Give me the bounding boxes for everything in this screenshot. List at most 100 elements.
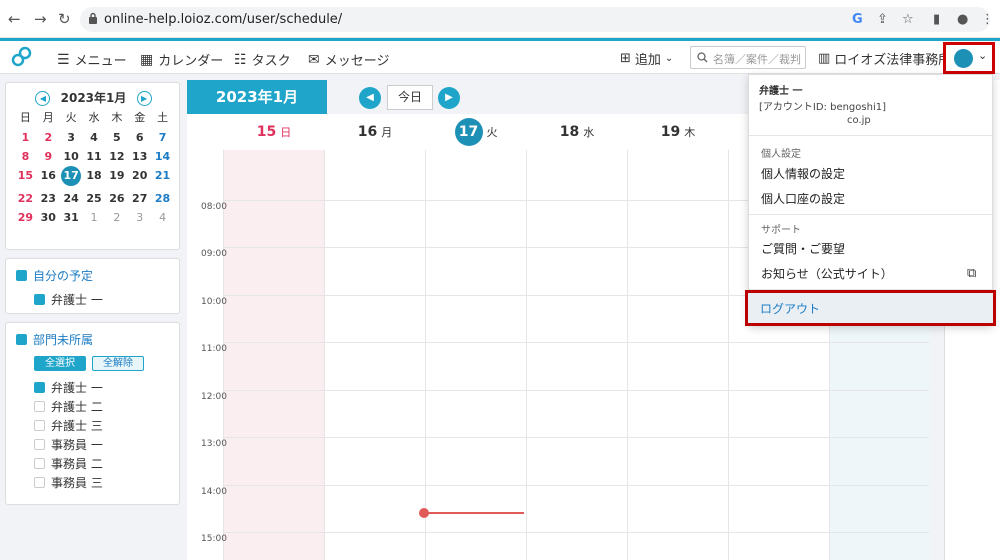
day-cell-today[interactable]: 17	[61, 166, 82, 186]
weekday-label: 火	[65, 111, 77, 124]
day-cell[interactable]: 9	[37, 150, 60, 163]
weekday-label: 日	[19, 111, 31, 124]
day-cell[interactable]: 16	[37, 169, 60, 186]
day-column[interactable]	[324, 150, 425, 560]
day-cell[interactable]: 11	[83, 150, 106, 163]
share-icon[interactable]: ⇪	[877, 12, 888, 27]
divider	[749, 214, 994, 215]
day-header[interactable]: 16 月	[325, 124, 425, 140]
day-cell[interactable]: 5	[105, 131, 128, 144]
day-column[interactable]	[526, 150, 627, 560]
day-cell[interactable]: 1	[83, 211, 106, 224]
day-cell[interactable]: 30	[37, 211, 60, 224]
day-cell[interactable]: 21	[151, 169, 174, 186]
day-header[interactable]: 19 木	[628, 124, 728, 140]
day-cell[interactable]: 25	[83, 192, 106, 205]
member-item[interactable]: 事務員 三	[34, 474, 103, 491]
day-header[interactable]: 15 日	[224, 124, 324, 140]
select-all-button[interactable]: 全選択	[34, 356, 86, 371]
day-cell[interactable]: 6	[128, 131, 151, 144]
hour-line	[223, 437, 929, 438]
member-item[interactable]: 事務員 一	[34, 436, 103, 453]
day-cell[interactable]: 1	[14, 131, 37, 144]
clear-all-button[interactable]: 全解除	[92, 356, 144, 371]
day-cell[interactable]: 12	[105, 150, 128, 163]
day-cell[interactable]: 8	[14, 150, 37, 163]
next-week-button[interactable]: ▶	[438, 87, 460, 109]
member-item[interactable]: 弁護士 三	[34, 417, 103, 434]
day-header-today[interactable]: 17 火	[426, 118, 526, 146]
day-column[interactable]	[627, 150, 728, 560]
checkbox-unchecked[interactable]	[34, 477, 45, 488]
today-button[interactable]: 今日	[387, 85, 433, 110]
day-cell[interactable]: 7	[151, 131, 174, 144]
prev-month-icon[interactable]: ◀	[35, 91, 51, 106]
day-cell[interactable]: 18	[83, 169, 106, 186]
prev-week-button[interactable]: ◀	[359, 87, 381, 109]
menu-button[interactable]: ☰ メニュー	[57, 50, 127, 70]
add-button[interactable]: ⊞ 追加 ⌄	[620, 49, 673, 68]
day-cell[interactable]: 14	[151, 150, 174, 163]
personal-info-link[interactable]: 個人情報の設定	[761, 165, 845, 182]
logout-button[interactable]: ログアウト	[745, 290, 996, 326]
member-item[interactable]: 弁護士 一	[34, 379, 103, 396]
next-month-icon[interactable]: ▶	[136, 91, 152, 106]
day-cell[interactable]: 3	[128, 211, 151, 224]
department-title[interactable]: 部門未所属	[16, 331, 93, 348]
day-cell[interactable]: 27	[128, 192, 151, 205]
day-cell[interactable]: 4	[83, 131, 106, 144]
day-cell[interactable]: 2	[37, 131, 60, 144]
day-cell[interactable]: 15	[14, 169, 37, 186]
day-cell[interactable]: 3	[60, 131, 83, 144]
personal-account-link[interactable]: 個人口座の設定	[761, 190, 845, 207]
message-nav[interactable]: ✉ メッセージ	[308, 50, 389, 70]
checkbox-unchecked[interactable]	[34, 401, 45, 412]
checkbox-checked[interactable]	[34, 382, 45, 393]
day-cell[interactable]: 4	[151, 211, 174, 224]
reload-icon[interactable]: ↻	[58, 10, 71, 28]
day-cell[interactable]: 24	[60, 192, 83, 205]
checkbox-unchecked[interactable]	[34, 420, 45, 431]
time-label: 09:00	[201, 249, 227, 259]
hour-line	[223, 532, 929, 533]
day-cell[interactable]: 20	[128, 169, 151, 186]
day-column[interactable]	[425, 150, 526, 560]
search-input[interactable]: 名簿／案件／裁判	[690, 46, 806, 69]
checkbox-checked[interactable]	[34, 294, 45, 305]
checkbox-unchecked[interactable]	[34, 439, 45, 450]
day-cell[interactable]: 10	[60, 150, 83, 163]
day-cell[interactable]: 22	[14, 192, 37, 205]
calendar-nav[interactable]: ▦ カレンダー	[140, 50, 223, 70]
checkbox-unchecked[interactable]	[34, 458, 45, 469]
day-cell[interactable]: 19	[105, 169, 128, 186]
task-nav[interactable]: ☷ タスク	[234, 50, 291, 70]
bookmark-star-icon[interactable]: ☆	[902, 12, 914, 27]
day-header[interactable]: 18 水	[527, 124, 627, 140]
questions-link[interactable]: ご質問・ご要望	[761, 240, 845, 257]
divider	[749, 135, 994, 136]
member-item[interactable]: 弁護士 二	[34, 398, 103, 415]
time-label: 12:00	[201, 392, 227, 402]
google-icon[interactable]: G	[852, 12, 863, 27]
day-cell[interactable]: 29	[14, 211, 37, 224]
forward-icon[interactable]: →	[34, 10, 47, 28]
day-cell[interactable]: 26	[105, 192, 128, 205]
back-icon[interactable]: ←	[8, 10, 21, 28]
loioz-logo[interactable]	[10, 45, 34, 69]
browser-menu-icon[interactable]: ⋮	[981, 12, 994, 27]
lock-icon	[89, 12, 97, 24]
day-column-sunday[interactable]	[223, 150, 324, 560]
profile-icon[interactable]: ●	[957, 12, 968, 27]
notices-link[interactable]: お知らせ（公式サイト）	[761, 265, 893, 282]
day-cell[interactable]: 13	[128, 150, 151, 163]
firm-selector[interactable]: ▥ ロイオズ法律事務所	[818, 49, 951, 68]
day-cell[interactable]: 23	[37, 192, 60, 205]
schedule-member-item[interactable]: 弁護士 一	[34, 291, 103, 308]
member-item[interactable]: 事務員 二	[34, 455, 103, 472]
my-schedule-title[interactable]: 自分の予定	[16, 267, 93, 284]
day-cell[interactable]: 28	[151, 192, 174, 205]
side-panel-icon[interactable]: ▮	[933, 12, 940, 27]
user-menu-button[interactable]: ⌄	[943, 42, 995, 74]
day-cell[interactable]: 31	[60, 211, 83, 224]
day-cell[interactable]: 2	[105, 211, 128, 224]
